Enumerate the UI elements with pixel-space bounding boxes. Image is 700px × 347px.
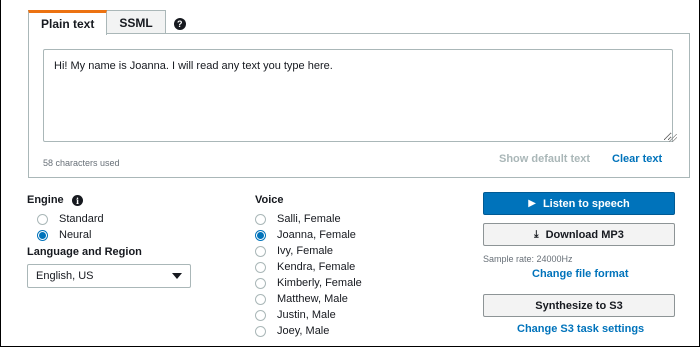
- synthesize-to-s3-label: Synthesize to S3: [535, 299, 623, 312]
- listen-to-speech-label: Listen to speech: [542, 197, 630, 210]
- voice-option-label: Salli, Female: [277, 213, 341, 225]
- download-mp3-button[interactable]: ⤓ Download MP3: [483, 223, 675, 246]
- voice-option-joey[interactable]: Joey, Male: [255, 325, 329, 337]
- voice-option-kimberly[interactable]: Kimberly, Female: [255, 277, 362, 289]
- engine-option-label: Standard: [59, 213, 104, 225]
- radio-button[interactable]: [255, 261, 266, 273]
- show-default-text-link: Show default text: [499, 153, 591, 165]
- help-icon[interactable]: ?: [173, 18, 186, 30]
- clear-text-link[interactable]: Clear text: [612, 153, 662, 165]
- voice-option-label: Kendra, Female: [277, 261, 356, 273]
- change-file-format-link[interactable]: Change file format: [532, 268, 629, 280]
- voice-option-label: Joanna, Female: [277, 229, 356, 241]
- radio-button[interactable]: [255, 213, 266, 225]
- engine-option-label: Neural: [59, 229, 92, 241]
- text-input[interactable]: Hi! My name is Joanna. I will read any t…: [43, 49, 673, 142]
- voice-option-label: Justin, Male: [277, 309, 336, 321]
- text-input-panel: Hi! My name is Joanna. I will read any t…: [28, 33, 690, 178]
- voice-option-label: Joey, Male: [277, 325, 330, 337]
- language-select-value: English, US: [36, 270, 94, 282]
- input-tabs: Plain text SSML ?: [28, 10, 186, 35]
- voice-option-matthew[interactable]: Matthew, Male: [255, 293, 348, 305]
- radio-button[interactable]: [255, 309, 266, 321]
- voice-option-ivy[interactable]: Ivy, Female: [255, 245, 333, 257]
- synthesize-to-s3-button[interactable]: Synthesize to S3: [483, 294, 675, 317]
- radio-button[interactable]: [255, 325, 266, 337]
- engine-option-standard[interactable]: Standard: [37, 213, 104, 225]
- radio-button[interactable]: [255, 277, 266, 289]
- info-icon[interactable]: i: [72, 195, 83, 206]
- character-count: 58 characters used: [43, 158, 120, 168]
- voice-option-label: Ivy, Female: [277, 245, 334, 257]
- engine-option-neural[interactable]: Neural: [37, 229, 91, 241]
- tab-plain-text[interactable]: Plain text: [28, 10, 108, 35]
- download-mp3-label: Download MP3: [545, 228, 624, 241]
- play-icon: ▶: [528, 198, 536, 209]
- engine-label: Engine: [27, 194, 64, 206]
- radio-button-selected[interactable]: [255, 229, 266, 241]
- radio-button-selected[interactable]: [37, 229, 48, 241]
- sample-rate-text: Sample rate: 24000Hz: [483, 254, 573, 264]
- change-s3-task-settings-link[interactable]: Change S3 task settings: [517, 323, 644, 335]
- voice-option-salli[interactable]: Salli, Female: [255, 213, 341, 225]
- radio-button[interactable]: [255, 245, 266, 257]
- radio-button[interactable]: [255, 293, 266, 305]
- listen-to-speech-button[interactable]: ▶ Listen to speech: [483, 192, 675, 215]
- voice-option-kendra[interactable]: Kendra, Female: [255, 261, 355, 273]
- voice-label: Voice: [255, 194, 284, 206]
- caret-down-icon: [172, 273, 182, 279]
- download-icon: ⤓: [534, 229, 539, 240]
- voice-option-justin[interactable]: Justin, Male: [255, 309, 336, 321]
- language-region-label: Language and Region: [27, 246, 142, 258]
- voice-option-label: Kimberly, Female: [277, 277, 362, 289]
- voice-option-joanna[interactable]: Joanna, Female: [255, 229, 356, 241]
- resize-grip-icon[interactable]: [669, 134, 677, 142]
- tab-ssml[interactable]: SSML: [106, 10, 166, 34]
- voice-option-label: Matthew, Male: [277, 293, 348, 305]
- radio-button[interactable]: [37, 213, 48, 225]
- language-select[interactable]: English, US: [27, 264, 191, 288]
